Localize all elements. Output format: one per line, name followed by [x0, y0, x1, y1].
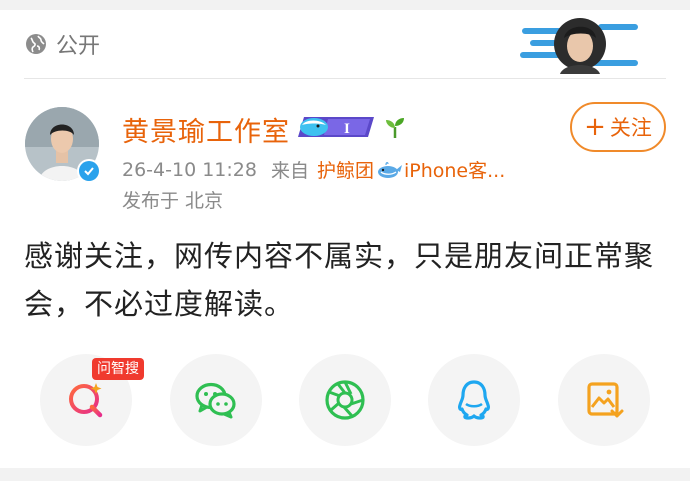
ai-search-tag: 问智搜 [92, 358, 144, 380]
share-wechat-button[interactable] [170, 354, 262, 446]
top-divider [24, 78, 666, 79]
follow-label: 关注 [609, 116, 652, 140]
qq-icon [458, 380, 490, 420]
wechat-icon [195, 382, 236, 419]
follow-button[interactable]: + 关注 [570, 102, 666, 152]
member-badge[interactable]: I [298, 113, 378, 141]
post-text: 感谢关注，网传内容不属实，只是朋友间正常聚会，不必过度解读。 [24, 239, 655, 321]
source-prefix: 来自 [270, 160, 309, 182]
svg-text:I: I [344, 121, 350, 137]
author-avatar[interactable] [25, 107, 101, 183]
header-decoration-image [520, 18, 638, 74]
save-image-icon [587, 382, 624, 418]
author-name[interactable]: 黄景瑜工作室 [122, 110, 290, 149]
visibility-label: 公开 [56, 34, 101, 59]
globe-icon [26, 34, 46, 54]
share-qq-button[interactable] [428, 354, 520, 446]
plus-icon: + [584, 112, 606, 142]
post-location: 发布于 北京 [122, 190, 224, 212]
post-meta: 26-4-10 11:28 来自 护鲸团 iPhone客... [122, 156, 505, 183]
post-time: 26-4-10 11:28 [122, 158, 257, 181]
verified-badge [77, 159, 101, 183]
check-icon [84, 167, 94, 176]
whale-icon [377, 161, 402, 178]
source-name: 护鲸团 [316, 160, 374, 182]
source-device: iPhone客... [403, 160, 506, 182]
search-ai-icon [69, 383, 103, 418]
visibility-row[interactable]: 公开 [24, 30, 101, 59]
sprout-icon [386, 118, 404, 138]
save-image-button[interactable] [558, 354, 650, 446]
bottom-divider [0, 468, 690, 481]
post-source[interactable]: 护鲸团 iPhone客... [317, 156, 505, 183]
post-card: 公开 黄景瑜工作室 I + 关注 26-4-10 11:28 来自 护鲸团 iP… [0, 10, 690, 468]
share-moments-button[interactable] [299, 354, 391, 446]
moments-icon [325, 380, 365, 420]
